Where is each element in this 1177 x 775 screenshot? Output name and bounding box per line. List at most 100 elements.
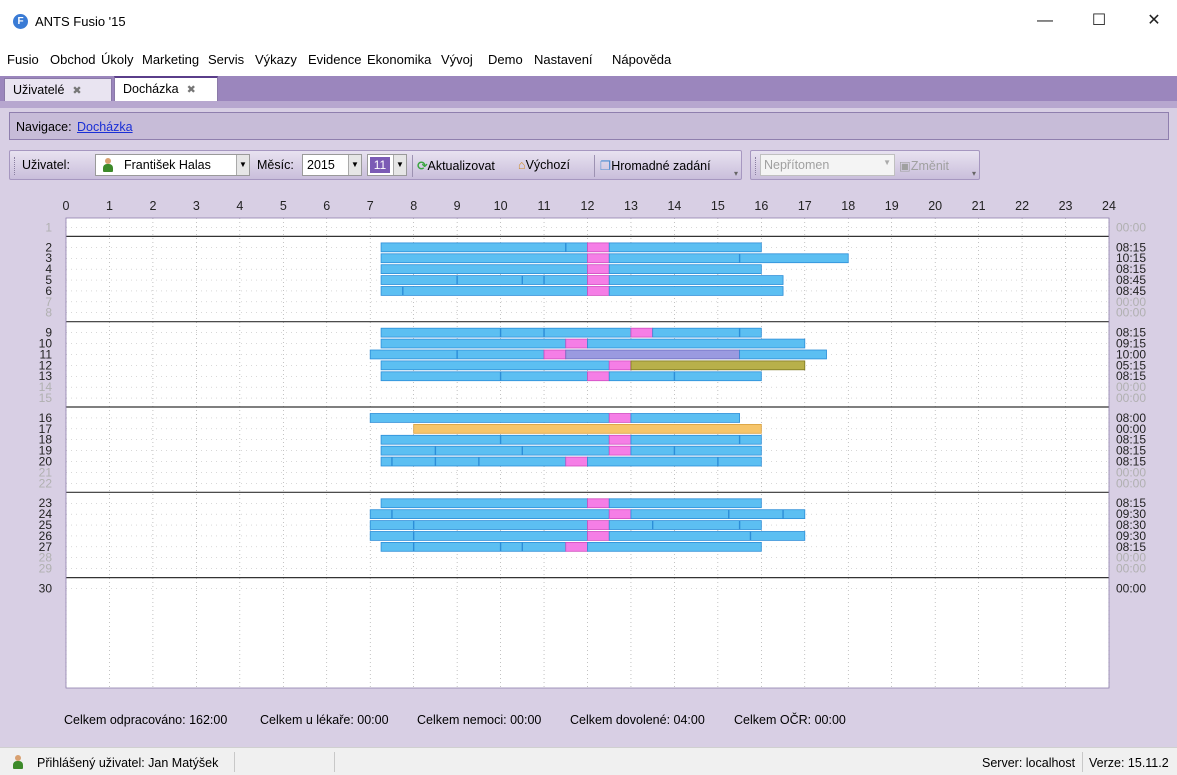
toolbar-overflow-icon[interactable]: ▾ xyxy=(734,169,738,178)
vacation-bar xyxy=(413,423,762,434)
attendance-chart: 0 1 2 3 4 5 6 7 8 9 10 11 12 13 14 15 16 17 18 19 20 21 22 23 24… xyxy=(9,188,1169,703)
toolbar-separator xyxy=(594,155,595,177)
work-bar xyxy=(380,327,632,338)
tab-uzivatele[interactable]: Uživatelé ✖ xyxy=(4,78,112,101)
day-label: 22 xyxy=(39,476,53,490)
app-window: F ANTS Fusio '15 — ☐ ✕ Fusio Obchod Úkol… xyxy=(0,0,1177,775)
refresh-button[interactable]: ⟳Aktualizovat xyxy=(417,158,495,173)
chevron-down-icon[interactable]: ▼ xyxy=(236,155,249,175)
work-bar xyxy=(380,541,567,552)
default-button[interactable]: ⌂Výchozí xyxy=(518,158,570,172)
breadcrumb: Navigace: Docházka xyxy=(9,112,1169,140)
lunch-bar xyxy=(565,456,588,467)
work-bar xyxy=(587,456,762,467)
menu-item-napoveda[interactable]: Nápověda xyxy=(612,52,671,67)
tab-label: Uživatelé xyxy=(13,83,65,97)
status-separator xyxy=(1082,752,1083,772)
menu-item-nastaveni[interactable]: Nastavení xyxy=(534,52,593,67)
logged-user: Přihlášený uživatel: Jan Matýšek xyxy=(37,756,219,770)
menu-bar: Fusio Obchod Úkoly Marketing Servis Výka… xyxy=(0,42,1177,76)
lunch-bar xyxy=(587,242,610,253)
maximize-button[interactable]: ☐ xyxy=(1076,0,1122,42)
x-tick-label: 7 xyxy=(367,199,374,213)
menu-item-servis[interactable]: Servis xyxy=(208,52,244,67)
title-bar: F ANTS Fusio '15 — ☐ ✕ xyxy=(0,0,1177,42)
toolbar-absence: Nepřítomen ▼ ▣Změnit ▾ xyxy=(750,150,980,180)
breadcrumb-link[interactable]: Docházka xyxy=(77,120,133,134)
day-label: 29 xyxy=(39,562,53,576)
server-info: Server: localhost xyxy=(982,756,1076,770)
user-select[interactable]: František Halas ▼ xyxy=(95,154,250,176)
day-total: 00:00 xyxy=(1116,562,1146,576)
tab-close-icon[interactable]: ✖ xyxy=(72,85,81,97)
attendance-panel: Navigace: Docházka Uživatel: František H… xyxy=(0,108,1177,747)
x-tick-label: 14 xyxy=(667,199,681,213)
x-tick-label: 8 xyxy=(410,199,417,213)
toolbar-separator xyxy=(412,155,413,177)
menu-item-ekonomika[interactable]: Ekonomika xyxy=(367,52,431,67)
menu-item-marketing[interactable]: Marketing xyxy=(142,52,199,67)
day-total: 00:00 xyxy=(1116,476,1146,490)
month-select[interactable]: 11 ▼ xyxy=(367,154,407,176)
day-label: 8 xyxy=(45,306,52,320)
status-separator xyxy=(234,752,235,772)
change-button[interactable]: ▣Změnit xyxy=(899,158,949,173)
chevron-down-icon[interactable]: ▼ xyxy=(393,155,406,175)
work-bar xyxy=(608,498,762,509)
minimize-button[interactable]: — xyxy=(1022,0,1068,42)
chevron-down-icon[interactable]: ▼ xyxy=(348,155,361,175)
toolbar-overflow-icon[interactable]: ▾ xyxy=(972,169,976,178)
x-tick-label: 10 xyxy=(494,199,508,213)
x-tick-label: 5 xyxy=(280,199,287,213)
work-bar xyxy=(608,242,762,253)
work-bar xyxy=(380,253,588,264)
tab-dochazka[interactable]: Docházka ✖ xyxy=(114,76,218,101)
x-tick-label: 19 xyxy=(885,199,899,213)
year-select[interactable]: 2015 ▼ xyxy=(302,154,362,176)
day-total: 00:00 xyxy=(1116,306,1146,320)
home-icon: ⌂ xyxy=(518,158,526,172)
x-tick-label: 24 xyxy=(1102,199,1116,213)
bulk-entry-label: Hromadné zadání xyxy=(611,159,711,173)
menu-item-vykazy[interactable]: Výkazy xyxy=(255,52,297,67)
x-tick-label: 6 xyxy=(323,199,330,213)
x-tick-label: 11 xyxy=(538,199,551,213)
menu-item-vyvoj[interactable]: Vývoj xyxy=(441,52,473,67)
user-select-value: František Halas xyxy=(124,158,211,172)
close-button[interactable]: ✕ xyxy=(1131,0,1177,42)
lunch-bar xyxy=(587,253,610,264)
work-bar xyxy=(608,275,784,285)
x-tick-label: 12 xyxy=(581,199,595,213)
x-tick-label: 15 xyxy=(711,199,725,213)
x-tick-label: 21 xyxy=(972,199,986,213)
work-bar xyxy=(369,531,588,541)
tab-close-icon[interactable]: ✖ xyxy=(187,84,196,96)
work-bar xyxy=(630,434,762,445)
total-doctor: Celkem u lékaře: 00:00 xyxy=(260,713,389,727)
menu-item-demo[interactable]: Demo xyxy=(488,52,523,67)
change-label: Změnit xyxy=(910,159,950,173)
lunch-bar xyxy=(565,338,588,349)
day-total: 00:00 xyxy=(1116,582,1146,596)
absence-select[interactable]: Nepřítomen ▼ xyxy=(760,154,895,176)
app-logo-icon: F xyxy=(13,14,28,29)
x-tick-label: 16 xyxy=(754,199,768,213)
menu-item-fusio[interactable]: Fusio xyxy=(7,52,39,67)
toolbar-grip[interactable] xyxy=(755,157,758,175)
lunch-bar xyxy=(608,445,632,456)
menu-item-obchod[interactable]: Obchod xyxy=(50,52,96,67)
bulk-entry-button[interactable]: ❐Hromadné zadání xyxy=(600,158,711,173)
toolbar-grip[interactable] xyxy=(14,157,17,175)
lunch-bar xyxy=(630,327,654,338)
x-tick-label: 22 xyxy=(1015,199,1029,213)
work-bar xyxy=(587,541,762,552)
lunch-bar xyxy=(587,520,610,530)
menu-item-ukoly[interactable]: Úkoly xyxy=(101,52,134,67)
menu-item-evidence[interactable]: Evidence xyxy=(308,52,361,67)
user-icon xyxy=(103,158,113,172)
default-label: Výchozí xyxy=(525,158,571,172)
work-bar xyxy=(380,498,588,509)
chevron-down-icon[interactable]: ▼ xyxy=(883,158,891,167)
attendance-chart-svg: 0 1 2 3 4 5 6 7 8 9 10 11 12 13 14 15 16 17 18 19 20 21 22 23 24… xyxy=(39,199,1146,689)
lunch-bar xyxy=(608,509,632,520)
